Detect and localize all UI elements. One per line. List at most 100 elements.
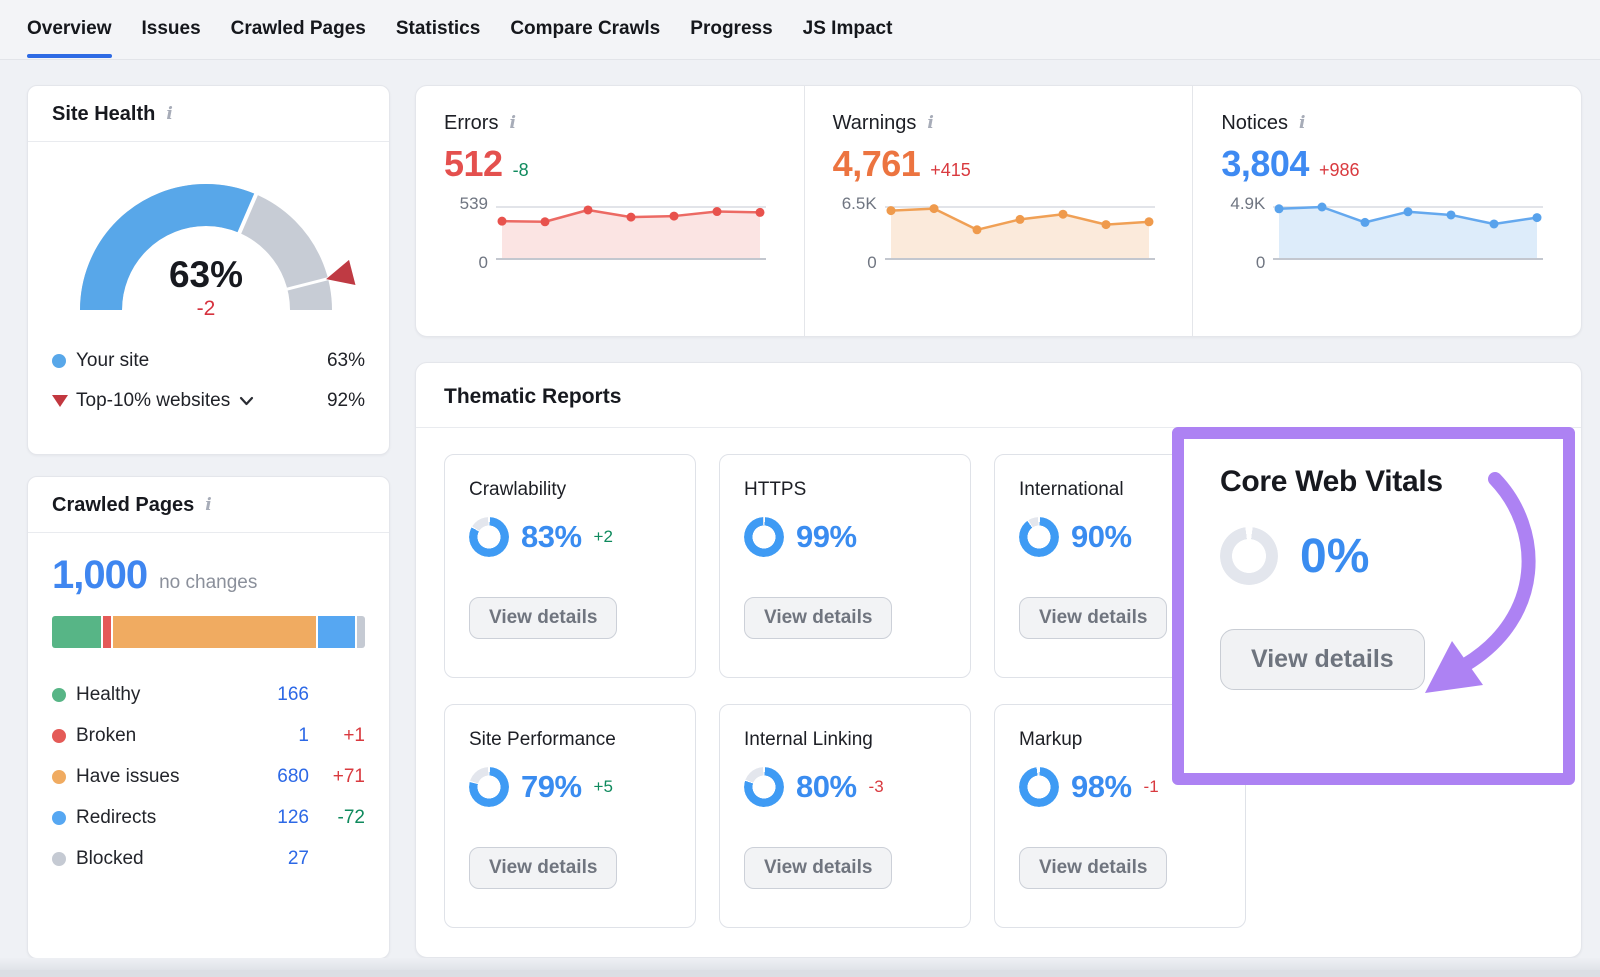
tab-overview[interactable]: Overview xyxy=(27,0,112,60)
svg-text:-2: -2 xyxy=(196,297,215,320)
crawlability-percent: 83% xyxy=(521,519,582,555)
site-performance-delta: +5 xyxy=(594,777,613,797)
site-performance-donut xyxy=(469,767,509,807)
crawled-pages-header: Crawled Pages i xyxy=(28,477,389,533)
crawled-pages-title: Crawled Pages xyxy=(52,494,194,517)
bar-segment-blocked[interactable] xyxy=(357,616,365,648)
info-icon[interactable]: i xyxy=(507,115,517,132)
errors-title: Errors xyxy=(444,112,498,135)
have-issues-value[interactable]: 680 xyxy=(251,766,309,788)
redirects-dot-icon xyxy=(52,811,66,825)
internal-linking-delta: -3 xyxy=(869,777,884,797)
crawlability-donut xyxy=(469,517,509,557)
legend-row-healthy: Healthy 166 xyxy=(52,674,365,715)
crawled-pages-stacked-bar xyxy=(52,616,365,648)
legend-row-redirects: Redirects 126 -72 xyxy=(52,797,365,838)
warnings-delta: +415 xyxy=(930,160,971,181)
have-issues-delta: +71 xyxy=(309,766,365,788)
redirects-delta: -72 xyxy=(309,807,365,829)
markup-delta: -1 xyxy=(1144,777,1159,797)
bar-segment-have-issues[interactable] xyxy=(113,616,315,648)
warnings-count[interactable]: 4,761 xyxy=(833,143,921,185)
notices-sparkline xyxy=(1273,199,1543,265)
tab-statistics[interactable]: Statistics xyxy=(396,0,480,60)
page-bottom-fade xyxy=(0,958,1600,970)
top10-label: Top-10% websites xyxy=(76,390,230,412)
legend-top10-websites[interactable]: Top-10% websites 92% xyxy=(52,381,365,421)
notices-title: Notices xyxy=(1221,112,1288,135)
view-details-button[interactable]: View details xyxy=(469,847,617,889)
view-details-button[interactable]: View details xyxy=(469,597,617,639)
view-details-button[interactable]: View details xyxy=(1019,597,1167,639)
legend-your-site: Your site 63% xyxy=(52,341,365,381)
view-details-button[interactable]: View details xyxy=(744,597,892,639)
your-site-label: Your site xyxy=(76,350,149,372)
notices-column: Notices i 3,804 +986 4.9K 0 xyxy=(1192,86,1581,336)
errors-axis-labels: 539 0 xyxy=(444,199,496,265)
info-icon[interactable]: i xyxy=(203,497,213,514)
tab-progress[interactable]: Progress xyxy=(690,0,772,60)
tab-compare-crawls[interactable]: Compare Crawls xyxy=(510,0,660,60)
site-performance-title: Site Performance xyxy=(469,729,671,751)
crawled-pages-legend: Healthy 166 Broken 1 +1 Have issues 680 … xyxy=(52,674,365,879)
broken-delta: +1 xyxy=(309,725,365,747)
broken-value[interactable]: 1 xyxy=(251,725,309,747)
site-health-title: Site Health xyxy=(52,103,155,126)
errors-column: Errors i 512 -8 539 0 xyxy=(416,86,804,336)
legend-row-broken: Broken 1 +1 xyxy=(52,715,365,756)
info-icon[interactable]: i xyxy=(925,115,935,132)
view-details-button[interactable]: View details xyxy=(1019,847,1167,889)
https-percent: 99% xyxy=(796,519,857,555)
tab-issues[interactable]: Issues xyxy=(142,0,201,60)
info-icon[interactable]: i xyxy=(1297,115,1307,132)
top10-value: 92% xyxy=(327,390,365,412)
crawlability-title: Crawlability xyxy=(469,479,671,501)
annotation-arrow-icon xyxy=(1365,467,1555,727)
warnings-sparkline xyxy=(885,199,1155,265)
have-issues-dot-icon xyxy=(52,770,66,784)
crawlability-delta: +2 xyxy=(594,527,613,547)
errors-delta: -8 xyxy=(513,160,529,181)
redirects-label: Redirects xyxy=(76,807,156,829)
legend-row-blocked: Blocked 27 xyxy=(52,838,365,879)
core-web-vitals-highlight-box: Core Web Vitals 0% View details xyxy=(1172,427,1575,785)
thematic-reports-title: Thematic Reports xyxy=(444,385,621,408)
thematic-card-crawlability: Crawlability 83% +2 View details xyxy=(444,454,696,678)
site-health-legend: Your site 63% Top-10% websites 92% xyxy=(28,337,389,421)
your-site-value: 63% xyxy=(327,350,365,372)
internal-linking-title: Internal Linking xyxy=(744,729,946,751)
warnings-column: Warnings i 4,761 +415 6.5K 0 xyxy=(804,86,1193,336)
info-icon[interactable]: i xyxy=(164,106,174,123)
blocked-dot-icon xyxy=(52,852,66,866)
blocked-value[interactable]: 27 xyxy=(251,848,309,870)
international-percent: 90% xyxy=(1071,519,1132,555)
site-health-header: Site Health i xyxy=(28,86,389,142)
redirects-value[interactable]: 126 xyxy=(251,807,309,829)
site-performance-percent: 79% xyxy=(521,769,582,805)
internal-linking-percent: 80% xyxy=(796,769,857,805)
international-donut xyxy=(1019,517,1059,557)
notices-count[interactable]: 3,804 xyxy=(1221,143,1309,185)
have-issues-label: Have issues xyxy=(76,766,180,788)
blocked-label: Blocked xyxy=(76,848,144,870)
warnings-axis-labels: 6.5K 0 xyxy=(833,199,885,265)
bar-segment-broken[interactable] xyxy=(103,616,111,648)
tab-crawled-pages[interactable]: Crawled Pages xyxy=(231,0,366,60)
thematic-reports-header: Thematic Reports xyxy=(416,363,1581,428)
broken-dot-icon xyxy=(52,729,66,743)
chevron-down-icon[interactable] xyxy=(239,396,254,406)
healthy-dot-icon xyxy=(52,688,66,702)
core-web-vitals-percent: 0% xyxy=(1300,529,1369,584)
svg-text:63%: 63% xyxy=(168,254,242,295)
tab-js-impact[interactable]: JS Impact xyxy=(803,0,893,60)
page-bottom-edge xyxy=(0,970,1600,977)
crawled-total-change: no changes xyxy=(159,572,257,594)
view-details-button[interactable]: View details xyxy=(744,847,892,889)
bar-segment-healthy[interactable] xyxy=(52,616,101,648)
thematic-card-https: HTTPS 99% View details xyxy=(719,454,971,678)
healthy-value[interactable]: 166 xyxy=(251,684,309,706)
bar-segment-redirects[interactable] xyxy=(318,616,355,648)
errors-count[interactable]: 512 xyxy=(444,143,503,185)
thematic-card-site-performance: Site Performance 79% +5 View details xyxy=(444,704,696,928)
broken-label: Broken xyxy=(76,725,136,747)
